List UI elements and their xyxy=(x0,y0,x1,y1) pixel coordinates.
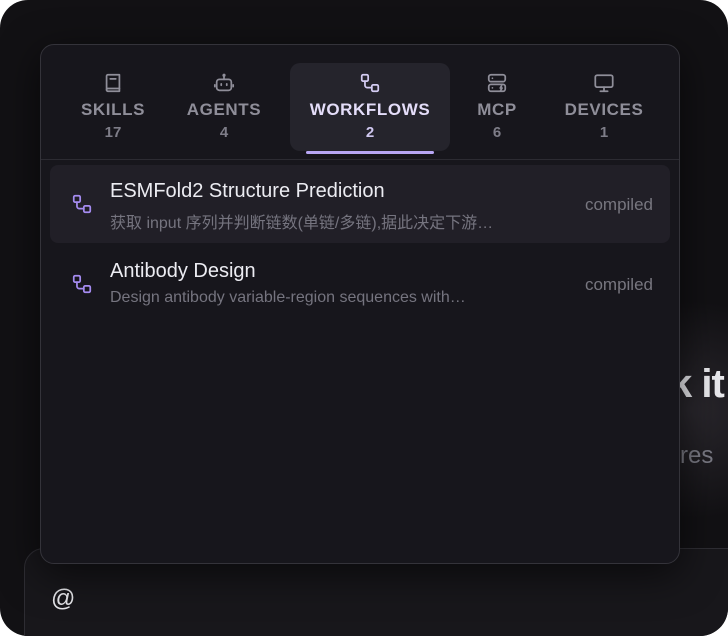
item-description: 获取 input 序列并判断链数(单链/多链),据此决定下游… xyxy=(110,215,494,232)
workflow-icon xyxy=(71,193,93,215)
tab-count: 6 xyxy=(492,124,502,141)
app-window: k it l res @ SKILLS 17 AGENTS 4 WORKFLOW… xyxy=(0,0,728,636)
tab-label: DEVICES xyxy=(564,100,644,119)
tab-count: 17 xyxy=(104,124,122,141)
tab-label: WORKFLOWS xyxy=(309,100,431,119)
workflow-icon xyxy=(71,273,93,295)
list-item-esmfold2[interactable]: ESMFold2 Structure Prediction 获取 input 序… xyxy=(50,165,670,243)
tab-count: 2 xyxy=(365,124,375,141)
tab-label: MCP xyxy=(477,100,517,119)
tab-devices[interactable]: DEVICES 1 xyxy=(556,63,652,151)
status-badge: compiled xyxy=(584,195,653,214)
tab-bar: SKILLS 17 AGENTS 4 WORKFLOWS 2 MCP 6 DEV… xyxy=(41,45,679,160)
item-description: Design antibody variable-region sequence… xyxy=(110,289,466,306)
tab-agents[interactable]: AGENTS 4 xyxy=(178,63,270,151)
server-icon xyxy=(486,72,508,94)
robot-icon xyxy=(213,72,235,94)
list-item-antibody-design[interactable]: Antibody Design Design antibody variable… xyxy=(50,245,670,323)
tab-label: AGENTS xyxy=(186,100,262,119)
book-icon xyxy=(102,72,124,94)
tab-count: 4 xyxy=(219,124,229,141)
workflow-icon xyxy=(359,72,381,94)
active-tab-indicator xyxy=(306,151,434,154)
tab-mcp[interactable]: MCP 6 xyxy=(467,63,527,151)
tab-workflows[interactable]: WORKFLOWS 2 xyxy=(290,63,450,154)
item-title: ESMFold2 Structure Prediction xyxy=(110,180,385,202)
item-title: Antibody Design xyxy=(110,260,256,282)
monitor-icon xyxy=(593,72,615,94)
tab-skills[interactable]: SKILLS 17 xyxy=(70,63,156,151)
tab-label: SKILLS xyxy=(80,100,146,119)
workflow-list: ESMFold2 Structure Prediction 获取 input 序… xyxy=(50,165,670,325)
status-badge: compiled xyxy=(584,275,653,294)
mention-popover: SKILLS 17 AGENTS 4 WORKFLOWS 2 MCP 6 DEV… xyxy=(40,44,680,564)
composer-input-text[interactable]: @ xyxy=(51,585,75,613)
tab-count: 1 xyxy=(599,124,609,141)
